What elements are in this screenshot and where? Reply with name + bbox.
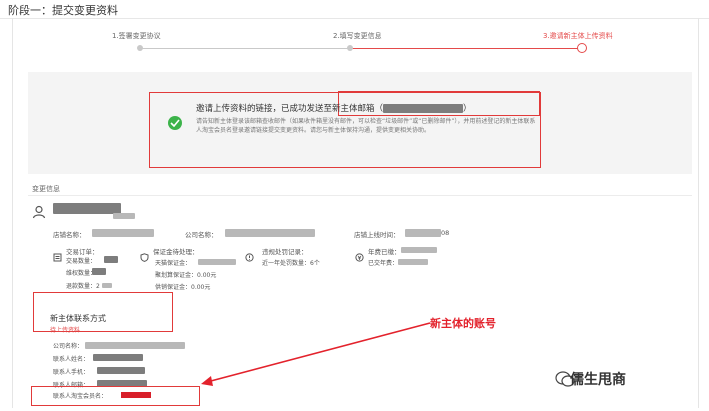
annotation-arrow-icon bbox=[201, 322, 431, 386]
contact-phone-redacted bbox=[97, 367, 145, 374]
orders-icon bbox=[53, 247, 62, 266]
step-connector-2 bbox=[350, 48, 580, 49]
shop-name-label: 店铺名称： bbox=[53, 231, 86, 239]
notice-headline-text: 邀请上传资料的链接，已成功发送至新主体邮箱（ bbox=[196, 104, 384, 114]
orders-row-2-redacted bbox=[92, 268, 106, 275]
contact-member-redacted bbox=[121, 392, 151, 398]
account-sub-redacted bbox=[113, 213, 135, 219]
step-3-label: 3.邀请新主体上传资料 bbox=[543, 32, 613, 40]
annual-fee-title: 年费已缴： bbox=[368, 248, 401, 256]
annotation-label: 新主体的账号 bbox=[430, 317, 496, 330]
contact-phone-label: 联系人手机： bbox=[53, 369, 90, 376]
shop-online-value: 08 bbox=[441, 229, 450, 237]
step-1-dot bbox=[137, 45, 143, 51]
change-info-divider bbox=[28, 195, 692, 196]
annual-fee-row-1-redacted bbox=[398, 259, 428, 265]
page-title: 阶段一：提交变更资料 bbox=[8, 4, 118, 17]
user-icon bbox=[32, 205, 46, 219]
deposit-title: 保证金待处理： bbox=[153, 248, 199, 256]
change-info-title: 变更信息 bbox=[32, 185, 60, 193]
success-check-icon bbox=[168, 116, 182, 130]
step-3-dot bbox=[577, 43, 587, 53]
contact-section-title: 新主体联系方式 bbox=[50, 314, 106, 323]
company-name-redacted bbox=[225, 229, 315, 237]
contact-company-label: 公司名称： bbox=[53, 343, 84, 350]
contact-company-redacted bbox=[85, 342, 185, 349]
deposit-row-3: 供销保证金：0.00元 bbox=[155, 284, 211, 291]
notice-headline-end: ） bbox=[463, 104, 472, 114]
contact-member-label: 联系人淘宝会员名： bbox=[53, 393, 108, 400]
shop-name-redacted bbox=[92, 229, 154, 237]
violation-row-1: 近一年处罚数量：6个 bbox=[262, 260, 320, 267]
orders-title: 交易订单： bbox=[66, 248, 99, 256]
watermark-text: 儒生甩商 bbox=[570, 372, 626, 388]
deposit-row-1: 天猫保证金： bbox=[155, 260, 192, 267]
annual-fee-row-1: 已交年费： bbox=[368, 260, 399, 267]
annual-fee-redacted bbox=[401, 247, 437, 253]
step-1-label: 1.签署变更协议 bbox=[112, 32, 161, 40]
fee-icon bbox=[355, 247, 364, 266]
notice-body: 请告知新主体登录该邮箱查收邮件（如果收件箱里没有邮件，可以检查“垃圾邮件”或“已… bbox=[196, 118, 536, 134]
step-2-label: 2.填写变更信息 bbox=[333, 32, 382, 40]
notice-headline: 邀请上传资料的链接，已成功发送至新主体邮箱（ ） bbox=[196, 102, 472, 114]
shop-online-label: 店铺上线时间： bbox=[354, 231, 400, 239]
step-2-dot bbox=[347, 45, 353, 51]
email-redacted bbox=[383, 104, 464, 113]
contact-name-redacted bbox=[93, 354, 143, 361]
shield-icon bbox=[140, 247, 149, 266]
violation-title: 违规处罚记录： bbox=[262, 248, 308, 256]
orders-row-3: 退款数量：2 bbox=[66, 283, 100, 290]
orders-row-3-redacted bbox=[102, 283, 112, 288]
account-name-redacted bbox=[53, 203, 121, 214]
orders-row-1-redacted bbox=[104, 256, 118, 263]
orders-row-1: 交易数量： bbox=[66, 258, 97, 265]
deposit-row-2: 聚划算保证金：0.00元 bbox=[155, 272, 217, 279]
contact-section-status: 待上传资料 bbox=[50, 327, 81, 334]
company-name-label: 公司名称： bbox=[185, 231, 218, 239]
deposit-row-1-redacted bbox=[198, 259, 236, 265]
contact-name-label: 联系人姓名： bbox=[53, 356, 90, 363]
step-connector-1 bbox=[140, 48, 350, 49]
alert-icon bbox=[245, 247, 254, 266]
shop-online-redacted bbox=[405, 229, 441, 237]
